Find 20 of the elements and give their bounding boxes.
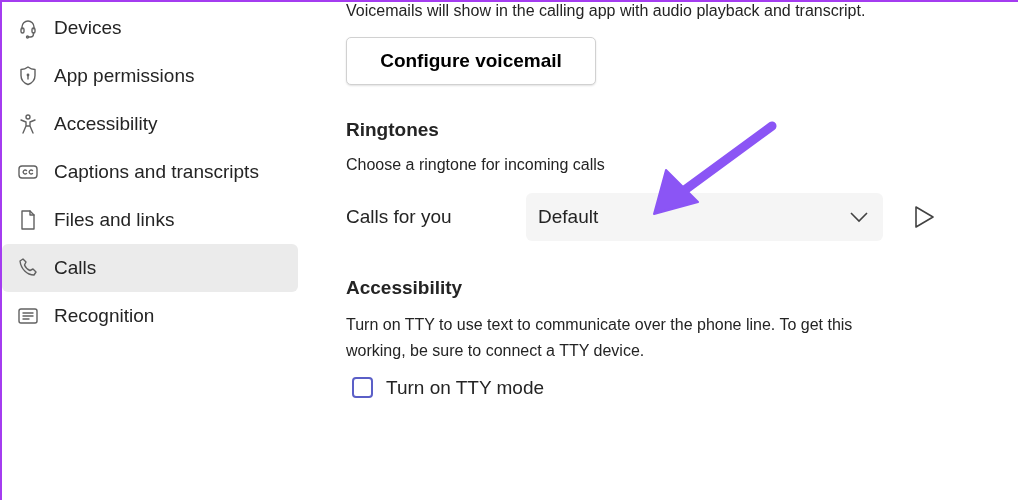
chevron-down-icon xyxy=(849,210,869,223)
configure-button[interactable]: Configure voicemail xyxy=(346,37,596,85)
checkbox-label: Turn on TTY mode xyxy=(386,375,545,400)
play-icon[interactable] xyxy=(913,204,935,229)
section-heading: Ringtones xyxy=(346,119,440,142)
sidebar-item[interactable]: Accessibility xyxy=(2,100,298,148)
description: Turn on TTY to use text to communicate over the phone line. To get this working, be sure to connect a TTY device. xyxy=(346,314,854,361)
sidebar-item[interactable]: Captions and transcripts xyxy=(2,148,298,196)
sidebar-item[interactable]: Calls xyxy=(2,244,298,292)
dropdown-value: Default xyxy=(538,204,599,229)
description: Choose a ringtone for incoming calls xyxy=(346,154,606,175)
sidebar-item[interactable]: Recognition xyxy=(2,292,298,340)
sidebar-item[interactable]: Files and links xyxy=(2,196,298,244)
checkbox[interactable] xyxy=(352,377,373,399)
setting-label: Calls for you xyxy=(346,204,453,229)
sidebar-item[interactable]: App permissions xyxy=(2,52,298,100)
section-heading: Accessibility xyxy=(346,276,464,300)
ringtone-dropdown[interactable]: Default xyxy=(526,192,883,241)
sidebar-item[interactable]: Devices xyxy=(2,4,298,52)
description: Voicemails will show in the calling app with audio playback and transcript. xyxy=(346,2,867,21)
